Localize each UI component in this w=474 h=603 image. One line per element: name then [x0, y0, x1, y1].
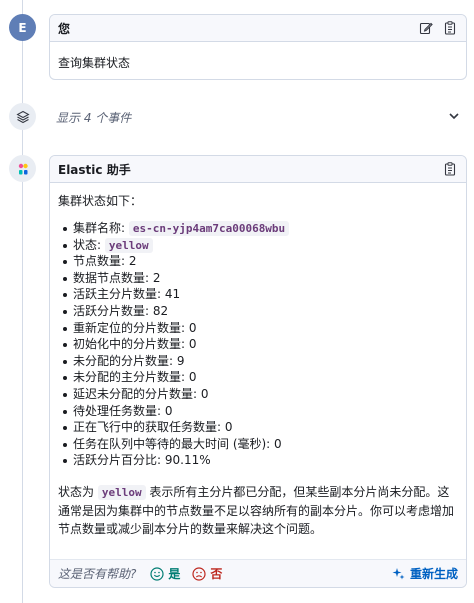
frown-icon: [192, 566, 206, 581]
copy-icon[interactable]: [442, 20, 458, 36]
assistant-message-card: Elastic 助手 集群状态如下： 集群名称: es-cn-yjp4am7ca…: [49, 155, 467, 588]
feedback-yes-label: 是: [168, 567, 181, 581]
layers-icon: [15, 110, 30, 123]
list-item: 数据节点数量: 2: [58, 270, 458, 287]
smile-icon: [150, 566, 164, 581]
assistant-summary: 状态为 yellow 表示所有主分片都已分配，但某些副本分片尚未分配。这通常是因…: [58, 483, 458, 538]
list-item-label: 集群名称:: [73, 221, 129, 235]
feedback-footer: 这是否有帮助? 是 否 重新生成: [50, 559, 466, 587]
list-item: 初始化中的分片数量: 0: [58, 336, 458, 353]
elastic-logo-icon: [18, 163, 28, 174]
list-item: 活跃分片数量: 82: [58, 303, 458, 320]
summary-status-code: yellow: [97, 484, 146, 500]
user-message-text: 查询集群状态: [58, 56, 131, 70]
edit-icon[interactable]: [418, 20, 434, 36]
timeline-line: [22, 0, 23, 603]
list-item: 未分配的分片数量: 9: [58, 353, 458, 370]
cluster-name-code: es-cn-yjp4am7ca00068wbu: [128, 221, 290, 236]
assistant-intro: 集群状态如下：: [58, 194, 143, 208]
chevron-down-icon[interactable]: [448, 110, 460, 125]
list-item: 待处理任务数量: 0: [58, 403, 458, 420]
list-item: 集群名称: es-cn-yjp4am7ca00068wbu: [58, 220, 458, 237]
list-item: 任务在队列中等待的最大时间 (毫秒): 0: [58, 436, 458, 453]
elastic-avatar: [9, 155, 36, 182]
list-item: 活跃主分片数量: 41: [58, 286, 458, 303]
events-toggle[interactable]: 显示 4 个事件: [56, 109, 460, 125]
regenerate-label: 重新生成: [409, 567, 458, 581]
sparkles-icon: [392, 568, 405, 580]
copy-icon[interactable]: [442, 161, 458, 177]
cluster-status-list: 集群名称: es-cn-yjp4am7ca00068wbu 状态: yellow…: [58, 220, 458, 469]
user-message-author: 您: [58, 21, 71, 36]
list-item: 延迟未分配的分片数量: 0: [58, 386, 458, 403]
list-item-label: 状态:: [73, 237, 105, 252]
feedback-yes-button[interactable]: 是: [150, 565, 180, 582]
list-item: 重新定位的分片数量: 0: [58, 320, 458, 337]
user-avatar-initial: E: [18, 20, 27, 35]
summary-prefix: 状态为: [58, 484, 98, 499]
user-avatar: E: [9, 14, 36, 41]
regenerate-button[interactable]: 重新生成: [392, 565, 458, 582]
feedback-question: 这是否有帮助?: [58, 567, 137, 581]
user-message-card: 您 查询集群状态: [49, 14, 467, 80]
list-item: 状态: yellow: [58, 237, 458, 254]
list-item: 节点数量: 2: [58, 253, 458, 270]
status-code: yellow: [104, 237, 153, 253]
list-item: 未分配的主分片数量: 0: [58, 369, 458, 386]
assistant-message-header: Elastic 助手: [50, 156, 466, 183]
list-item: 正在飞行中的获取任务数量: 0: [58, 419, 458, 436]
assistant-message-body: 集群状态如下： 集群名称: es-cn-yjp4am7ca00068wbu 状态…: [50, 183, 466, 538]
assistant-message-author: Elastic 助手: [58, 162, 131, 177]
list-item: 活跃分片百分比: 90.11%: [58, 452, 458, 469]
feedback-no-button[interactable]: 否: [192, 565, 222, 582]
feedback-no-label: 否: [210, 567, 223, 581]
events-label: 显示 4 个事件: [56, 110, 132, 125]
layers-avatar: [9, 103, 36, 130]
user-message-header: 您: [50, 15, 466, 42]
